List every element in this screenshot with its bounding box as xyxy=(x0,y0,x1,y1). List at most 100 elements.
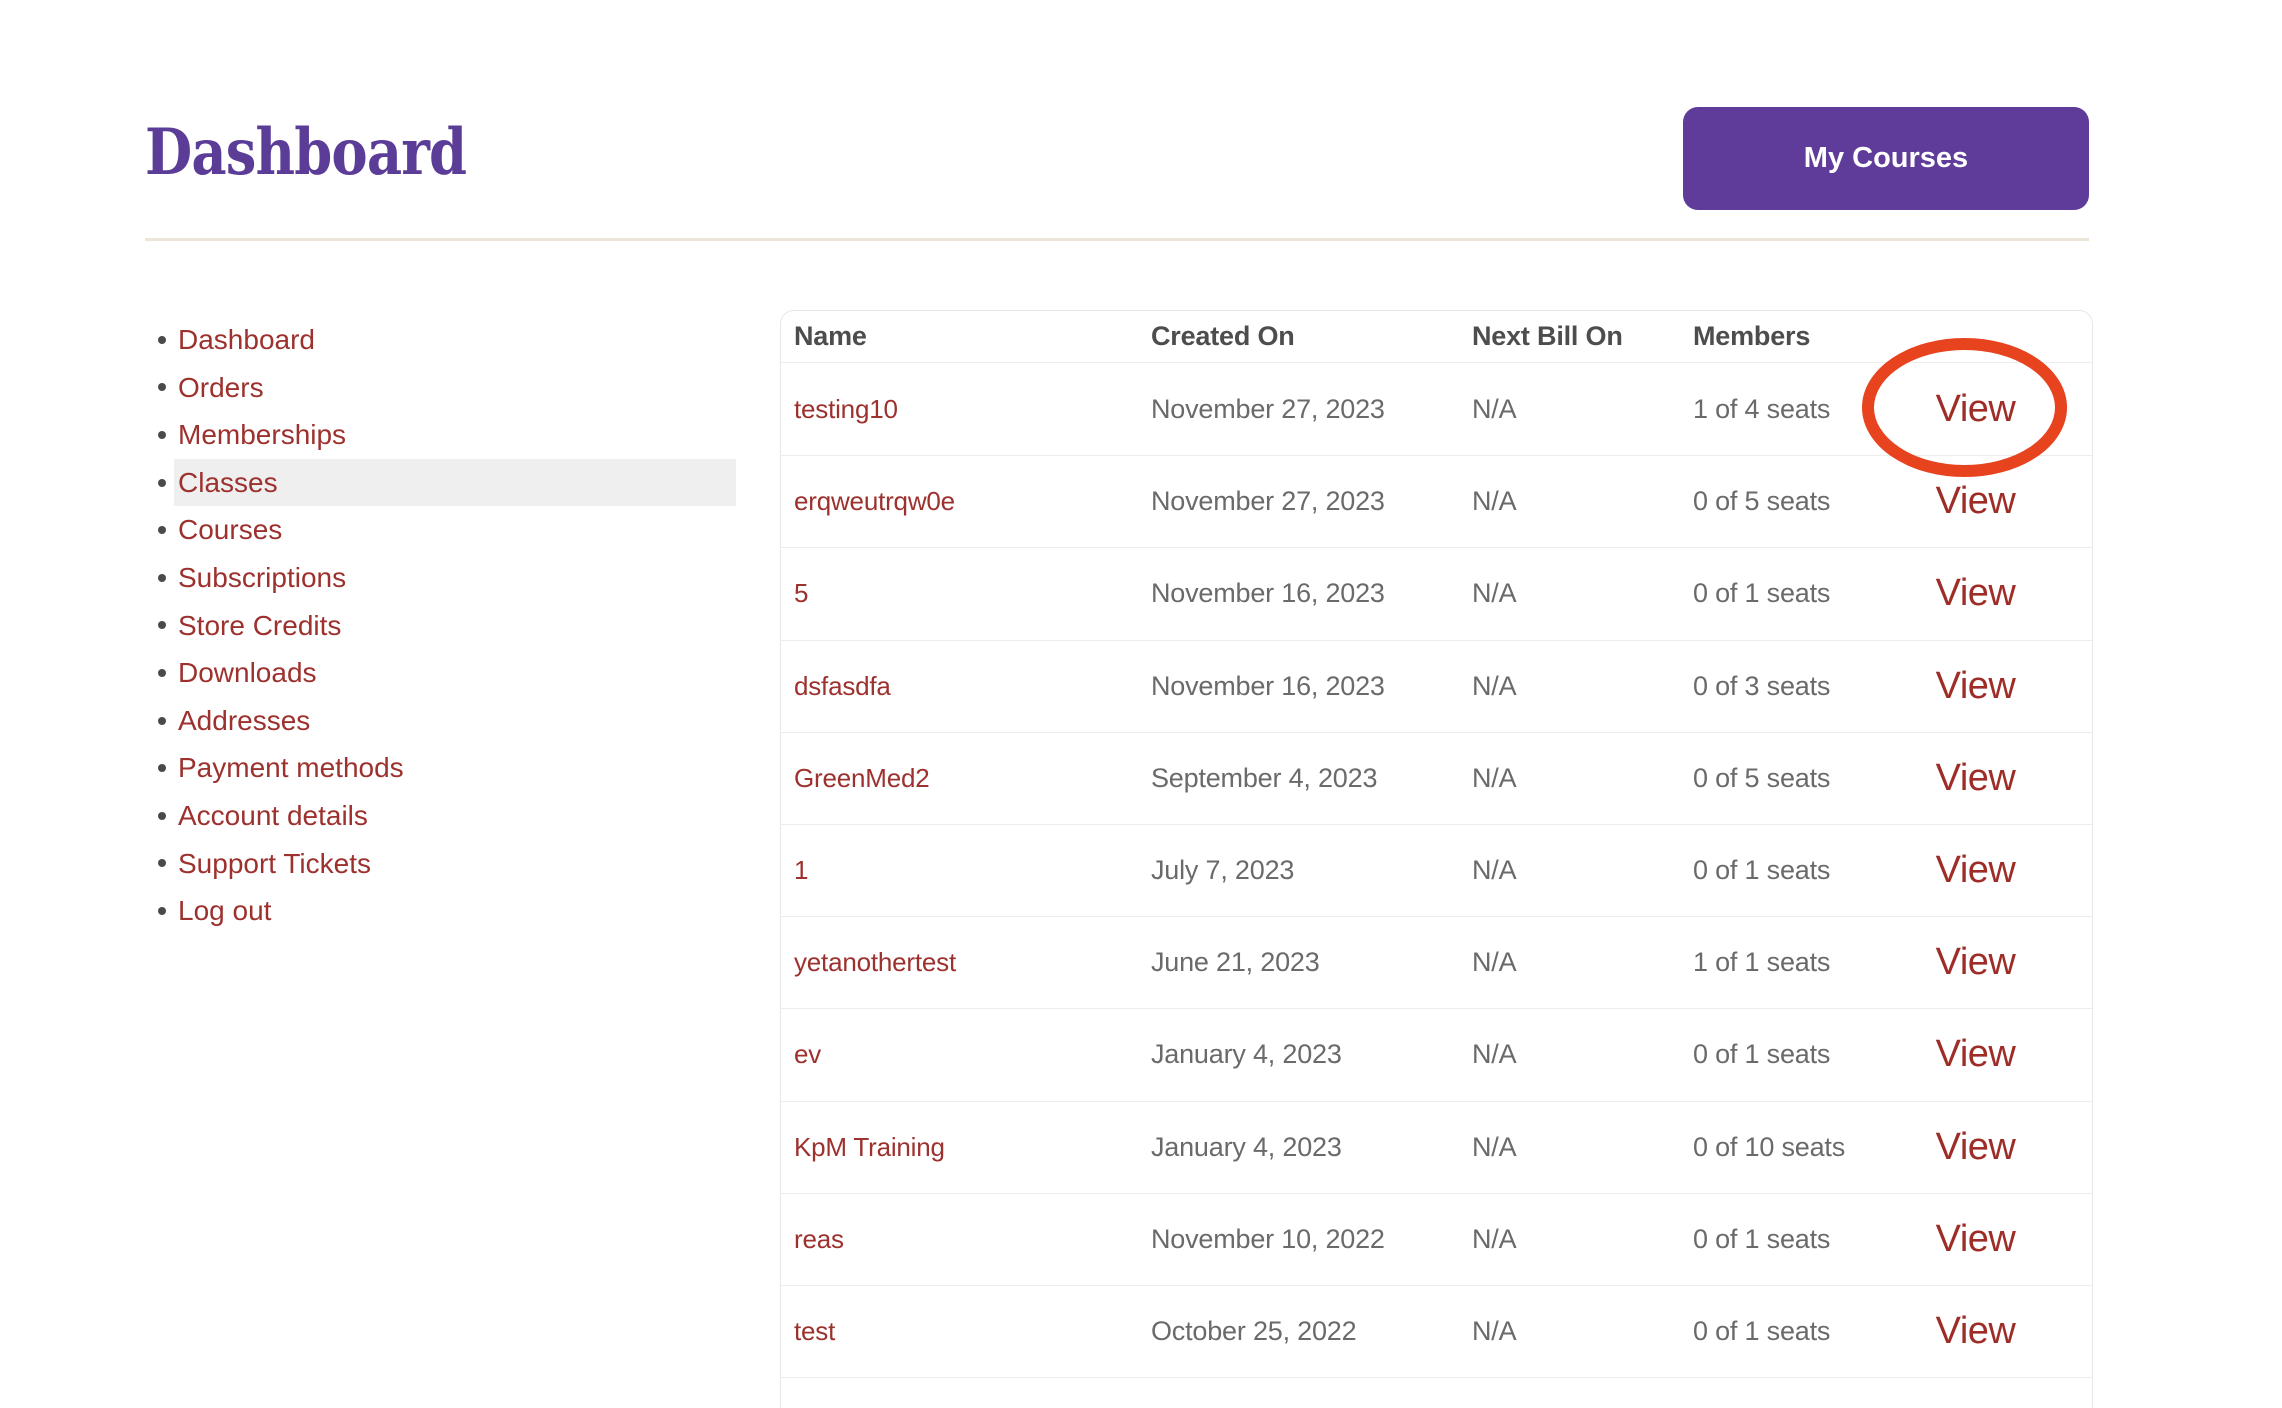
sidebar-item: Memberships xyxy=(152,411,736,459)
created-on-cell: November 16, 2023 xyxy=(1141,547,1463,639)
created-on-cell: November 16, 2023 xyxy=(1141,639,1463,732)
created-on-cell: January 4, 2023 xyxy=(1141,1100,1463,1193)
column-header-created-on: Created On xyxy=(1141,311,1463,363)
table-row: KpM Training January 4, 2023 N/A 0 of 10… xyxy=(781,1100,2092,1193)
class-name-link[interactable]: test xyxy=(794,1316,835,1346)
sidebar-item: Courses xyxy=(152,506,736,554)
next-bill-on-cell: N/A xyxy=(1463,731,1685,824)
members-cell: 0 of 1 seats xyxy=(1685,823,1909,916)
table-row: testing10 November 27, 2023 N/A 1 of 4 s… xyxy=(781,363,2092,455)
column-header-action xyxy=(1909,311,2092,363)
action-cell: View xyxy=(1909,547,2092,639)
members-cell: 0 of 5 seats xyxy=(1685,455,1909,547)
view-link[interactable]: View xyxy=(1936,665,2016,707)
class-name-link[interactable]: testing10 xyxy=(794,394,898,424)
sidebar-item-link[interactable]: Dashboard xyxy=(174,316,736,364)
sidebar-item-link[interactable]: Classes xyxy=(174,458,736,507)
created-on-cell: November 27, 2023 xyxy=(1141,455,1463,547)
table-row: test October 25, 2022 N/A 0 of 1 seats V… xyxy=(781,1284,2092,1377)
my-courses-button[interactable]: My Courses xyxy=(1683,107,2089,210)
sidebar-item: Classes xyxy=(152,458,736,507)
sidebar-item-link[interactable]: Subscriptions xyxy=(174,554,736,602)
sidebar-item: Account details xyxy=(152,792,736,840)
class-name-cell: testing10 xyxy=(781,363,1141,455)
class-name-cell: GreenMed2 xyxy=(781,731,1141,824)
view-link[interactable]: View xyxy=(1936,1310,2016,1352)
action-cell: View xyxy=(1909,363,2092,455)
action-cell: View xyxy=(1909,1008,2092,1100)
table-row: dsfasdfa November 16, 2023 N/A 0 of 3 se… xyxy=(781,639,2092,732)
class-name-link[interactable]: ev xyxy=(794,1039,821,1069)
members-cell: 0 of 1 seats xyxy=(1685,1192,1909,1285)
sidebar-item: Orders xyxy=(152,364,736,412)
sidebar-item-link[interactable]: Store Credits xyxy=(174,602,736,650)
table-row: 5 November 16, 2023 N/A 0 of 1 seats Vie… xyxy=(781,547,2092,639)
class-name-link[interactable]: 5 xyxy=(794,578,808,608)
view-link[interactable]: View xyxy=(1936,757,2016,799)
created-on-cell: September 4, 2023 xyxy=(1141,731,1463,824)
table-row: reas November 10, 2022 N/A 0 of 1 seats … xyxy=(781,1192,2092,1285)
sidebar-item-link[interactable]: Addresses xyxy=(174,697,736,745)
view-link[interactable]: View xyxy=(1936,1126,2016,1168)
class-name-cell: reas xyxy=(781,1192,1141,1285)
view-link[interactable]: View xyxy=(1936,849,2016,891)
class-name-cell: dsfasdfa xyxy=(781,639,1141,732)
action-cell: View xyxy=(1909,731,2092,824)
class-name-cell: KpM Training xyxy=(781,1100,1141,1193)
sidebar-item-link[interactable]: Downloads xyxy=(174,649,736,697)
class-name-link[interactable]: KpM Training xyxy=(794,1132,945,1162)
view-link[interactable]: View xyxy=(1936,572,2016,614)
table-row: yetanothertest June 21, 2023 N/A 1 of 1 … xyxy=(781,916,2092,1008)
class-name-link[interactable]: dsfasdfa xyxy=(794,671,891,701)
sidebar-item-link[interactable]: Memberships xyxy=(174,411,736,459)
action-cell: View xyxy=(1909,823,2092,916)
action-cell: View xyxy=(1909,639,2092,732)
sidebar-item: Subscriptions xyxy=(152,554,736,602)
table-header-row: Name Created On Next Bill On Members xyxy=(781,311,2092,363)
class-name-link[interactable]: erqweutrqw0e xyxy=(794,486,955,516)
action-cell: View xyxy=(1909,1284,2092,1377)
next-bill-on-cell: N/A xyxy=(1463,916,1685,1008)
table-row: erqweutrqw0e November 27, 2023 N/A 0 of … xyxy=(781,455,2092,547)
view-link[interactable]: View xyxy=(1936,388,2016,430)
view-link[interactable]: View xyxy=(1936,480,2016,522)
class-name-link[interactable]: yetanothertest xyxy=(794,947,956,977)
sidebar-item-link[interactable]: Log out xyxy=(174,887,736,935)
members-cell: 0 of 1 seats xyxy=(1685,1284,1909,1377)
page-title: Dashboard xyxy=(145,115,467,190)
classes-table: Name Created On Next Bill On Members tes… xyxy=(780,310,2093,1408)
next-bill-on-cell: N/A xyxy=(1463,639,1685,732)
created-on-cell: July 7, 2023 xyxy=(1141,823,1463,916)
class-name-link[interactable]: reas xyxy=(794,1224,844,1254)
column-header-next-bill-on: Next Bill On xyxy=(1463,311,1685,363)
sidebar-item: Downloads xyxy=(152,649,736,697)
created-on-cell: November 10, 2022 xyxy=(1141,1192,1463,1285)
sidebar-item: Store Credits xyxy=(152,602,736,650)
members-cell: 0 of 1 seats xyxy=(1685,1008,1909,1100)
sidebar-item-link[interactable]: Payment methods xyxy=(174,744,736,792)
class-name-cell: 5 xyxy=(781,547,1141,639)
view-link[interactable]: View xyxy=(1936,1033,2016,1075)
sidebar-item-link[interactable]: Account details xyxy=(174,792,736,840)
table-row: 1 July 7, 2023 N/A 0 of 1 seats View xyxy=(781,823,2092,916)
sidebar-item-link[interactable]: Courses xyxy=(174,506,736,554)
members-cell: 0 of 3 seats xyxy=(1685,639,1909,732)
members-cell: 1 of 1 seats xyxy=(1685,916,1909,1008)
sidebar-item-link[interactable]: Support Tickets xyxy=(174,840,736,888)
table-row: ev January 4, 2023 N/A 0 of 1 seats View xyxy=(781,1008,2092,1100)
sidebar-item-link[interactable]: Orders xyxy=(174,364,736,412)
view-link[interactable]: View xyxy=(1936,941,2016,983)
next-bill-on-cell: N/A xyxy=(1463,1100,1685,1193)
class-name-link[interactable]: 1 xyxy=(794,855,808,885)
class-name-cell: yetanothertest xyxy=(781,916,1141,1008)
created-on-cell: June 21, 2023 xyxy=(1141,916,1463,1008)
next-bill-on-cell: N/A xyxy=(1463,547,1685,639)
created-on-cell: January 4, 2023 xyxy=(1141,1008,1463,1100)
sidebar-item: Support Tickets xyxy=(152,840,736,888)
next-bill-on-cell: N/A xyxy=(1463,1192,1685,1285)
next-bill-on-cell: N/A xyxy=(1463,1008,1685,1100)
class-name-link[interactable]: GreenMed2 xyxy=(794,763,930,793)
account-sidebar-nav: Dashboard Orders Memberships Classes Cou… xyxy=(152,316,736,935)
view-link[interactable]: View xyxy=(1936,1218,2016,1260)
sidebar-item: Payment methods xyxy=(152,744,736,792)
